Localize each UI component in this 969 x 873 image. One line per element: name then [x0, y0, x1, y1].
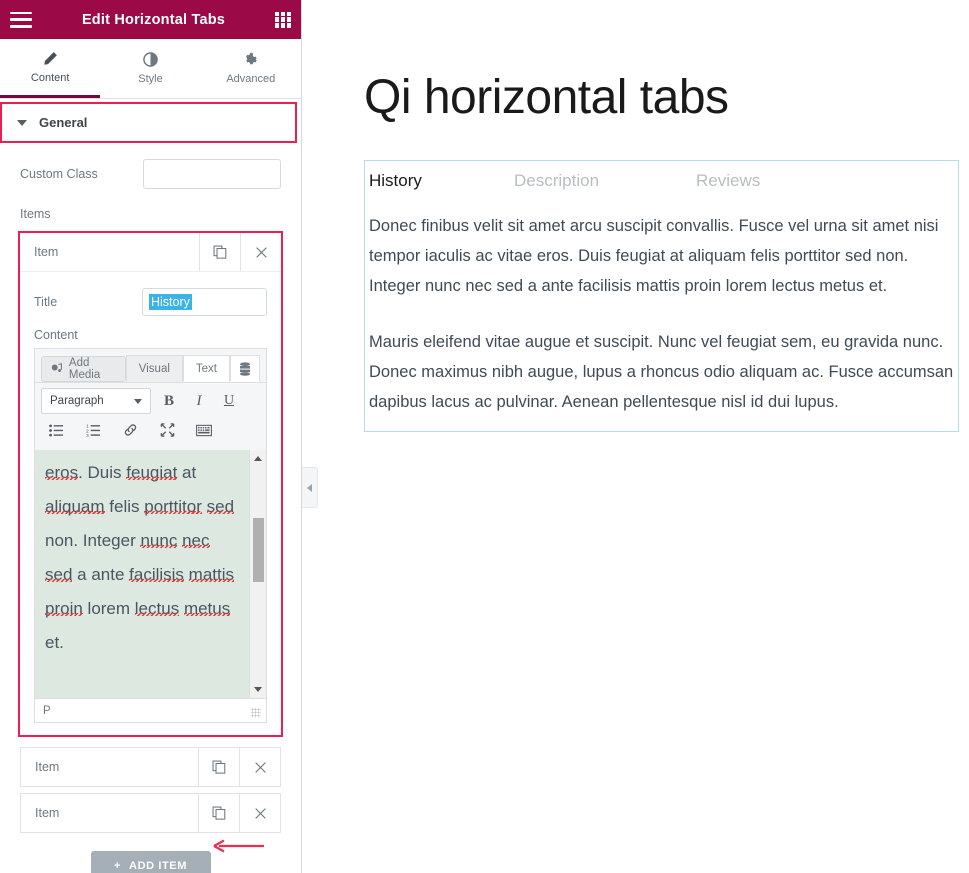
wp-mode-visual[interactable]: Visual [125, 355, 183, 382]
pencil-icon [43, 51, 57, 65]
custom-class-row: Custom Class [20, 159, 281, 189]
chevron-left-icon [307, 483, 312, 492]
repeater-item-3-header[interactable]: Item [21, 794, 280, 832]
wp-editor-modes: Visual Text [125, 354, 260, 382]
gear-icon [246, 52, 257, 65]
resize-grip-icon[interactable] [251, 708, 261, 718]
hamburger-icon[interactable] [10, 11, 32, 28]
preview-tab-history[interactable]: History [365, 171, 510, 191]
editor-panel: Edit Horizontal Tabs Content Style Advan… [0, 0, 302, 873]
title-input-value: History [149, 294, 192, 310]
wp-editor-path: P [43, 704, 51, 717]
chevron-down-icon [134, 398, 142, 404]
plus-icon: + [114, 860, 122, 872]
contrast-icon [143, 52, 158, 67]
horizontal-tabs-nav: History Description Reviews [365, 161, 958, 197]
italic-button[interactable]: I [187, 389, 211, 413]
fullscreen-icon[interactable] [155, 418, 179, 442]
caret-down-icon [17, 119, 27, 126]
repeater-item-1: Item Title History Content Add Media Vis… [18, 231, 283, 737]
section-general-header[interactable]: General [0, 102, 297, 143]
repeater-item-2-label: Item [35, 760, 60, 774]
panel-collapse-handle[interactable] [302, 467, 318, 508]
preview-paragraph-2: Mauris eleifend vitae augue et suscipit.… [369, 332, 954, 411]
wp-editor-toolbar: Paragraph B I U 1 2 3 [35, 382, 266, 450]
tab-advanced[interactable]: Advanced [200, 39, 301, 98]
close-icon[interactable] [240, 233, 281, 271]
wp-editor-topbar: Add Media Visual Text [35, 349, 266, 382]
add-item-label: ADD ITEM [129, 860, 187, 872]
scroll-down-arrow-icon[interactable] [250, 681, 266, 698]
add-item-wrap: + ADD ITEM [20, 851, 281, 873]
format-select[interactable]: Paragraph [41, 388, 151, 414]
panel-tabs: Content Style Advanced [0, 39, 301, 99]
repeater-item-1-header[interactable]: Item [20, 233, 281, 271]
wp-toolbar-row-1: Paragraph B I U [41, 388, 260, 414]
tab-advanced-label: Advanced [226, 73, 276, 85]
grid-icon[interactable] [275, 11, 291, 28]
tab-content-label: Content [30, 71, 70, 84]
wp-editor-statusbar: P [35, 698, 266, 722]
custom-class-input[interactable] [143, 159, 281, 189]
wp-editor-scrollbar[interactable] [249, 450, 266, 698]
duplicate-icon[interactable] [198, 748, 239, 786]
wp-toolbar-row-2: 1 2 3 [41, 418, 260, 442]
scroll-up-arrow-icon[interactable] [250, 450, 266, 467]
svg-text:3: 3 [86, 433, 89, 437]
repeater-item-1-label: Item [34, 245, 59, 259]
tab-style[interactable]: Style [100, 39, 201, 98]
wp-mode-text[interactable]: Text [182, 355, 230, 382]
link-icon[interactable] [118, 418, 142, 442]
format-select-value: Paragraph [50, 395, 104, 407]
panel-body: General Custom Class Items Item Title Hi… [0, 99, 301, 873]
wp-editor-textarea[interactable]: eros. Duis feugiat at aliquam felis port… [35, 450, 266, 698]
horizontal-tabs-content: Donec finibus velit sit amet arcu suscip… [365, 197, 958, 431]
panel-header: Edit Horizontal Tabs [0, 0, 301, 39]
items-label: Items [20, 207, 51, 221]
database-icon[interactable] [230, 355, 260, 382]
repeater-item-3: Item [20, 793, 281, 833]
title-input[interactable]: History [142, 288, 267, 316]
scrollbar-thumb[interactable] [253, 518, 264, 582]
section-general-title: General [39, 115, 88, 130]
add-media-label: Add Media [68, 357, 101, 381]
add-item-button[interactable]: + ADD ITEM [90, 851, 211, 873]
tab-content[interactable]: Content [0, 39, 101, 98]
tab-style-label: Style [138, 73, 163, 85]
title-field-row: Title History [34, 288, 267, 316]
content-label: Content [34, 328, 78, 342]
bulleted-list-icon[interactable] [44, 418, 68, 442]
duplicate-icon[interactable] [199, 233, 240, 271]
numbered-list-icon[interactable]: 1 2 3 [81, 418, 105, 442]
duplicate-icon[interactable] [198, 794, 239, 832]
title-label: Title [34, 295, 58, 309]
media-icon [51, 363, 62, 372]
preview-paragraph-1: Donec finibus velit sit amet arcu suscip… [369, 216, 939, 295]
preview-tab-reviews[interactable]: Reviews [692, 171, 760, 191]
repeater-item-1-body: Title History Content Add Media Visual T… [20, 271, 281, 735]
underline-button[interactable]: U [217, 389, 241, 413]
repeater-item-2: Item [20, 747, 281, 787]
preview-area: Qi horizontal tabs History Description R… [302, 0, 969, 873]
repeater-item-3-label: Item [35, 806, 60, 820]
horizontal-tabs-widget: History Description Reviews Donec finibu… [364, 159, 959, 432]
close-icon[interactable] [239, 748, 280, 786]
bold-button[interactable]: B [157, 389, 181, 413]
wp-editor: Add Media Visual Text Paragraph B I U 1 … [34, 348, 267, 723]
repeater-item-2-header[interactable]: Item [21, 748, 280, 786]
preview-tab-description[interactable]: Description [510, 171, 692, 191]
close-icon[interactable] [239, 794, 280, 832]
preview-title: Qi horizontal tabs [364, 71, 729, 124]
left-arrow-annotation [213, 839, 264, 853]
keyboard-shortcuts-icon[interactable] [192, 418, 216, 442]
items-repeater: Item Title History Content Add Media Vis… [18, 231, 283, 833]
wp-editor-text: eros. Duis feugiat at aliquam felis port… [45, 463, 235, 652]
add-media-button[interactable]: Add Media [41, 356, 126, 382]
custom-class-label: Custom Class [20, 167, 98, 181]
panel-title: Edit Horizontal Tabs [81, 11, 226, 28]
